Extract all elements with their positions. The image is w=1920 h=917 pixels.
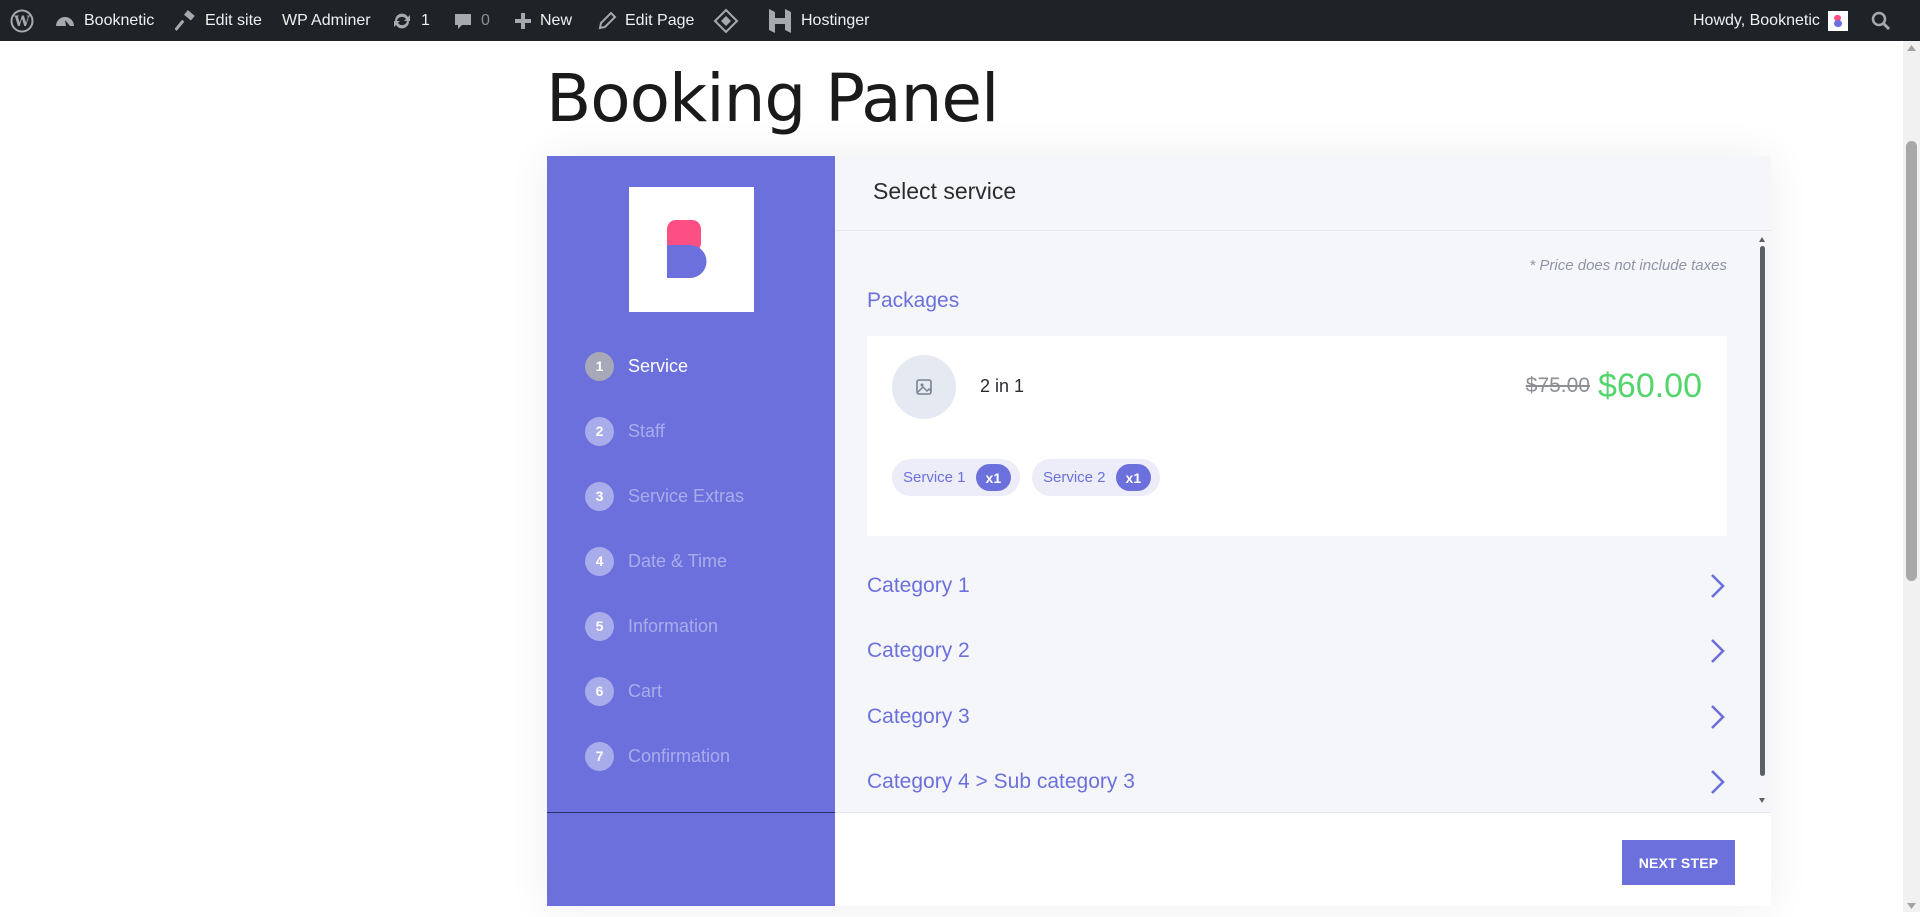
package-old-price: $75.00 <box>1525 374 1590 397</box>
page-title: Booking Panel <box>546 60 999 137</box>
category-label: Category 3 <box>867 705 970 728</box>
steps-sidebar: 1 Service 2 Staff 3 Service Extras 4 Dat… <box>547 156 835 906</box>
diamond-plugin-icon[interactable] <box>713 0 739 41</box>
step-label: Staff <box>628 420 665 441</box>
step-number: 5 <box>585 611 614 641</box>
chevron-right-icon <box>1711 639 1725 663</box>
service-list-scroll-thumb[interactable] <box>1760 246 1765 776</box>
step-staff[interactable]: 2 Staff <box>585 416 665 446</box>
category-3[interactable]: Category 3 <box>867 697 1727 737</box>
category-label: Category 2 <box>867 639 970 662</box>
site-name-link[interactable]: Booknetic <box>54 0 154 41</box>
package-service-chip: Service 1 x1 <box>892 459 1021 496</box>
svg-text:W: W <box>13 14 30 30</box>
chip-label: Service 2 <box>1043 469 1106 486</box>
step-information[interactable]: 5 Information <box>585 611 718 641</box>
comment-icon <box>455 13 471 29</box>
package-service-chip: Service 2 x1 <box>1032 459 1161 496</box>
step-number: 2 <box>585 416 614 446</box>
packages-heading: Packages <box>867 289 960 312</box>
package-image <box>892 355 956 419</box>
hammer-icon <box>175 9 195 31</box>
chip-quantity: x1 <box>975 464 1012 491</box>
edit-page-link[interactable]: Edit Page <box>597 0 694 41</box>
updates-count: 1 <box>421 11 430 29</box>
package-card[interactable]: 2 in 1 $75.00 $60.00 Service 1 x1 Servic… <box>867 336 1727 536</box>
package-name: 2 in 1 <box>980 376 1025 396</box>
admin-bar: W Booknetic Edit site WP Adminer 1 0 New… <box>0 0 1920 41</box>
comments-count: 0 <box>481 11 490 29</box>
next-step-button[interactable]: NEXT STEP <box>1622 840 1735 885</box>
dashboard-icon <box>56 16 74 26</box>
step-number: 3 <box>585 481 614 511</box>
package-price: $60.00 <box>1598 367 1702 405</box>
updates-icon <box>394 13 410 28</box>
step-number: 1 <box>585 351 614 381</box>
comments-link[interactable]: 0 <box>453 0 490 41</box>
step-label: Service Extras <box>628 485 745 506</box>
booknetic-logo-icon <box>667 220 707 278</box>
price-note: * Price does not include taxes <box>1529 257 1727 274</box>
step-number: 7 <box>585 741 614 771</box>
category-2[interactable]: Category 2 <box>867 631 1727 671</box>
category-label: Category 1 <box>867 574 970 597</box>
avatar <box>1827 10 1848 31</box>
wp-adminer-label: WP Adminer <box>282 11 371 29</box>
page-scroll-thumb[interactable] <box>1906 141 1917 581</box>
step-number: 4 <box>585 546 614 576</box>
step-label: Confirmation <box>628 745 731 766</box>
category-4[interactable]: Category 4 > Sub category 3 <box>867 762 1727 802</box>
hostinger-link[interactable]: Hostinger <box>767 0 869 41</box>
edit-page-label: Edit Page <box>625 11 695 29</box>
step-number: 6 <box>585 676 614 706</box>
updates-link[interactable]: 1 <box>391 0 430 41</box>
new-content-link[interactable]: New <box>514 0 572 41</box>
chevron-right-icon <box>1711 770 1725 794</box>
step-service[interactable]: 1 Service <box>585 351 688 381</box>
chip-label: Service 1 <box>903 469 966 486</box>
edit-site-link[interactable]: Edit site <box>175 0 262 41</box>
image-placeholder-icon <box>916 379 932 395</box>
wp-adminer-link[interactable]: WP Adminer <box>282 0 371 41</box>
chip-quantity: x1 <box>1115 464 1152 491</box>
category-1[interactable]: Category 1 <box>867 566 1727 606</box>
plus-icon <box>515 12 531 29</box>
main-content: Select service * Price does not include … <box>835 156 1771 906</box>
step-title: Select service <box>873 178 1017 204</box>
main-header: Select service <box>835 156 1771 231</box>
booknetic-logo <box>629 187 754 312</box>
step-label: Service <box>628 355 689 376</box>
category-label: Category 4 > Sub category 3 <box>867 770 1135 793</box>
search-icon[interactable] <box>1871 0 1891 41</box>
step-label: Date & Time <box>628 550 728 571</box>
sidebar-divider <box>547 812 835 813</box>
howdy-label: Howdy, Booknetic <box>1693 11 1820 29</box>
hostinger-label: Hostinger <box>801 11 870 29</box>
step-label: Information <box>628 615 719 636</box>
pencil-icon <box>598 11 617 29</box>
new-label: New <box>540 11 573 29</box>
wordpress-logo-icon[interactable]: W <box>10 0 34 41</box>
step-service-extras[interactable]: 3 Service Extras <box>585 481 744 511</box>
step-label: Cart <box>628 680 663 701</box>
step-date-time[interactable]: 4 Date & Time <box>585 546 727 576</box>
chevron-right-icon <box>1711 574 1725 598</box>
step-cart[interactable]: 6 Cart <box>585 676 662 706</box>
booking-panel: 1 Service 2 Staff 3 Service Extras 4 Dat… <box>547 156 1771 906</box>
chevron-right-icon <box>1711 705 1725 729</box>
edit-site-label: Edit site <box>205 11 262 29</box>
hostinger-logo-icon <box>769 8 791 33</box>
main-footer: NEXT STEP <box>835 812 1771 906</box>
account-menu[interactable]: Howdy, Booknetic <box>1693 0 1848 41</box>
site-name-label: Booknetic <box>84 11 155 29</box>
step-confirmation[interactable]: 7 Confirmation <box>585 741 730 771</box>
